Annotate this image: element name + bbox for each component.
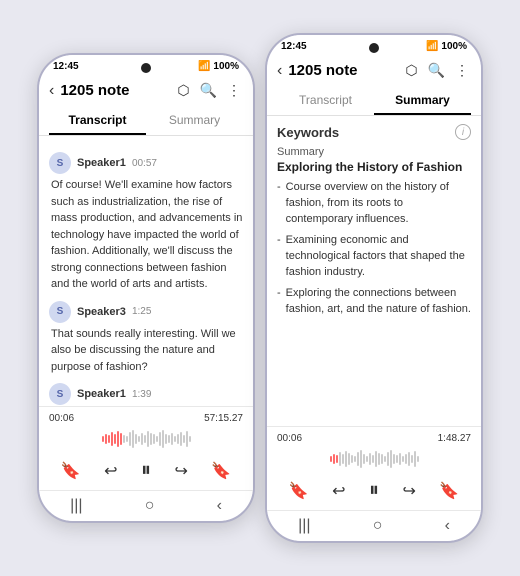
nav-bar-right: ||| ○ ‹ [267, 510, 481, 541]
notch-right [369, 43, 379, 53]
total-time-right: 1:48.27 [438, 433, 471, 444]
rewind-icon-right[interactable]: ↩ [332, 481, 345, 501]
pause-button-right[interactable]: ⏸ [369, 479, 379, 502]
speaker-row-2: S Speaker3 1:25 [49, 301, 243, 323]
notch-left [141, 63, 151, 73]
nav-menu-left[interactable]: ||| [70, 497, 82, 515]
speaker-name-1: Speaker1 [77, 157, 126, 169]
forward-icon-right[interactable]: ↪ [402, 481, 415, 501]
bullet-text-2: Examining economic and technological fac… [286, 233, 471, 281]
nav-back-right[interactable]: ‹ [445, 517, 450, 535]
speaker-time-3: 1:39 [132, 389, 151, 400]
bullet-item-1: - Course overview on the history of fash… [277, 180, 471, 228]
tab-transcript-right[interactable]: Transcript [277, 87, 374, 115]
speaker-name-2: Speaker3 [77, 306, 126, 318]
title-right: 1205 note [288, 62, 397, 79]
nav-menu-right[interactable]: ||| [298, 517, 310, 535]
avatar-speaker1-1: S [49, 152, 71, 174]
bullet-dash-3: - [277, 287, 281, 299]
speaker-row-1: S Speaker1 00:57 [49, 152, 243, 174]
player-left: 00:06 57:15.27 [39, 406, 253, 490]
current-time-left: 00:06 [49, 413, 74, 424]
nav-home-left[interactable]: ○ [145, 497, 155, 515]
bullet-item-2: - Examining economic and technological f… [277, 233, 471, 281]
keywords-label: Keywords [277, 125, 339, 140]
more-icon-left[interactable]: ⋮ [225, 80, 243, 101]
back-button-right[interactable]: ‹ [277, 62, 282, 80]
bookmark-icon-right[interactable]: 🔖 [289, 481, 309, 501]
bookmark2-icon-right[interactable]: 🔖 [439, 481, 459, 501]
summary-section-title: Summary [277, 146, 471, 158]
keywords-row: Keywords i [277, 124, 471, 140]
bookmark2-icon-left[interactable]: 🔖 [211, 461, 231, 481]
share-icon-left[interactable]: ⬡ [175, 80, 191, 101]
right-phone: 12:45 📶 100% ‹ 1205 note ⬡ 🔍 ⋮ Transcrip… [265, 33, 483, 543]
status-time-left: 12:45 [53, 61, 79, 72]
player-controls-right: 🔖 ↩ ⏸ ↪ 🔖 [277, 475, 471, 506]
avatar-speaker3: S [49, 301, 71, 323]
signal-icon-left: 📶 [198, 61, 210, 72]
search-icon-right[interactable]: 🔍 [426, 60, 447, 81]
header-left: ‹ 1205 note ⬡ 🔍 ⋮ [39, 74, 253, 107]
tab-summary-right[interactable]: Summary [374, 87, 471, 115]
player-right: 00:06 1:48.27 [267, 426, 481, 510]
current-time-right: 00:06 [277, 433, 302, 444]
bullet-item-3: - Exploring the connections between fash… [277, 286, 471, 318]
waveform-left [49, 427, 243, 451]
tab-transcript-left[interactable]: Transcript [49, 107, 146, 135]
speaker-row-3: S Speaker1 1:39 [49, 383, 243, 405]
total-time-left: 57:15.27 [204, 413, 243, 424]
more-icon-right[interactable]: ⋮ [453, 60, 471, 81]
speaker-time-1: 00:57 [132, 158, 157, 169]
header-right: ‹ 1205 note ⬡ 🔍 ⋮ [267, 54, 481, 87]
forward-icon-left[interactable]: ↪ [174, 461, 187, 481]
share-icon-right[interactable]: ⬡ [403, 60, 419, 81]
speaker-time-2: 1:25 [132, 306, 151, 317]
tab-summary-left[interactable]: Summary [146, 107, 243, 135]
bookmark-icon-left[interactable]: 🔖 [61, 461, 81, 481]
info-icon[interactable]: i [455, 124, 471, 140]
rewind-icon-left[interactable]: ↩ [104, 461, 117, 481]
battery-right: 100% [441, 41, 467, 52]
tabs-right: Transcript Summary [267, 87, 481, 116]
waveform-right [277, 447, 471, 471]
summary-content-right: Keywords i Summary Exploring the History… [267, 116, 481, 426]
bullet-dash-2: - [277, 234, 281, 246]
title-left: 1205 note [60, 82, 169, 99]
nav-bar-left: ||| ○ ‹ [39, 490, 253, 521]
bullet-dash-1: - [277, 181, 281, 193]
back-button-left[interactable]: ‹ [49, 82, 54, 100]
status-time-right: 12:45 [281, 41, 307, 52]
player-controls-left: 🔖 ↩ ⏸ ↪ 🔖 [49, 455, 243, 486]
signal-icon-right: 📶 [426, 41, 438, 52]
bullet-text-3: Exploring the connections between fashio… [286, 286, 471, 318]
avatar-speaker1-2: S [49, 383, 71, 405]
bullet-text-1: Course overview on the history of fashio… [286, 180, 471, 228]
tabs-left: Transcript Summary [39, 107, 253, 136]
battery-left: 100% [213, 61, 239, 72]
nav-home-right[interactable]: ○ [373, 517, 383, 535]
transcript-text-2: That sounds really interesting. Will we … [49, 326, 243, 376]
transcript-content-left: S Speaker1 00:57 Of course! We'll examin… [39, 136, 253, 406]
pause-button-left[interactable]: ⏸ [141, 459, 151, 482]
left-phone: 12:45 📶 100% ‹ 1205 note ⬡ 🔍 ⋮ Transcrip… [37, 53, 255, 523]
search-icon-left[interactable]: 🔍 [198, 80, 219, 101]
summary-heading: Exploring the History of Fashion [277, 160, 471, 174]
transcript-text-1: Of course! We'll examine how factors suc… [49, 177, 243, 293]
speaker-name-3: Speaker1 [77, 388, 126, 400]
nav-back-left[interactable]: ‹ [217, 497, 222, 515]
